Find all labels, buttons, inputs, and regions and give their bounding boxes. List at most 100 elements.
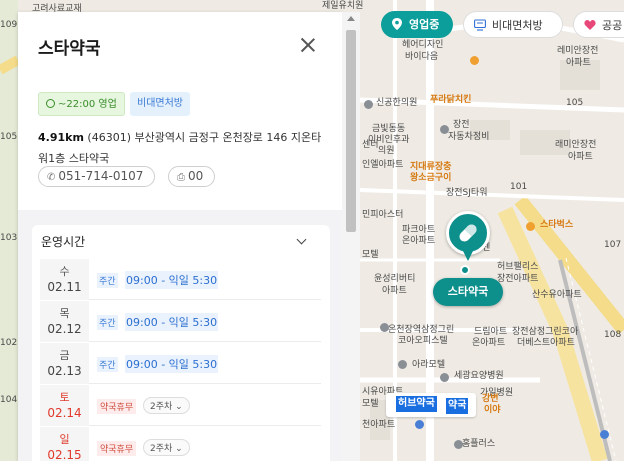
pharmacy-map-marker[interactable] bbox=[446, 211, 490, 271]
postcode: (46301) bbox=[87, 131, 131, 144]
map-label: 홈플러스 bbox=[462, 439, 496, 449]
map-label: 의원 bbox=[378, 146, 395, 156]
date: 02.14 bbox=[47, 406, 82, 420]
week-label: 2주차 bbox=[150, 402, 173, 412]
hours-row: 목 02.12 주간 09:00 - 익일 5:30 bbox=[40, 301, 321, 342]
poi-dot bbox=[398, 360, 407, 369]
poi-dot bbox=[526, 222, 535, 231]
date: 02.11 bbox=[47, 280, 82, 294]
public-label: 공공 bbox=[602, 19, 623, 32]
poi-dot bbox=[600, 430, 609, 439]
open-now-label: 영업중 bbox=[409, 18, 440, 31]
map-label: 센터 bbox=[362, 140, 379, 150]
pill-icon bbox=[459, 224, 477, 242]
map-label: 산수유아파트 bbox=[532, 290, 582, 300]
hours-card: 운영시간 수 02.11 주간 09:00 - 익일 5:30 목 02.12 주간… bbox=[32, 225, 330, 461]
date: 02.12 bbox=[47, 322, 82, 336]
poi-dot bbox=[470, 56, 479, 65]
fax-button[interactable]: ⎙ 00 bbox=[168, 166, 215, 187]
panel-scrollbar[interactable] bbox=[342, 12, 360, 461]
hours-badge-label: ~22:00 영업 bbox=[58, 99, 117, 110]
map-label: 장전삼정그린코아 bbox=[512, 327, 579, 337]
map-label: 107 bbox=[604, 240, 622, 250]
public-filter-chip[interactable]: 공공 bbox=[573, 11, 624, 38]
poi-dot bbox=[440, 373, 449, 382]
closed-badge: 약국휴무 bbox=[97, 441, 137, 456]
map-label: 아라모텔 bbox=[412, 360, 446, 370]
map-label: 더베스트아파트 bbox=[517, 338, 575, 348]
map-label: 109 bbox=[0, 20, 18, 30]
map-label: 아파트 bbox=[568, 152, 593, 162]
close-icon[interactable] bbox=[299, 36, 317, 54]
map-label: 102 bbox=[0, 338, 18, 348]
map-label: 헤어디자인 bbox=[402, 40, 444, 50]
week-dropdown[interactable]: 2주차 ⌄ bbox=[143, 439, 190, 456]
telemedicine-badge: 비대면처방 bbox=[130, 92, 190, 116]
phone-button[interactable]: ✆ 051-714-0107 bbox=[38, 166, 155, 187]
telemedicine-label: 비대면처방 bbox=[492, 19, 543, 32]
highlight-text: 허브약국 bbox=[396, 396, 437, 412]
map-label: 강변 bbox=[482, 394, 499, 404]
date: 02.15 bbox=[47, 448, 82, 461]
map-label: 온아파트 bbox=[472, 338, 506, 348]
map-label: 장전아파트 bbox=[497, 274, 539, 284]
map-label: 모텔 bbox=[362, 399, 379, 409]
map-label: 인엘아파트 bbox=[362, 160, 404, 170]
hours-day-cell: 일 02.15 bbox=[40, 427, 89, 461]
distance: 4.91km bbox=[38, 131, 84, 144]
pharmacy-detail-panel: 스타약국 ~22:00 영업 비대면처방 4.91km (46301) 부산광역… bbox=[18, 12, 342, 461]
map-label: 아파트 bbox=[382, 286, 407, 296]
weekday: 금 bbox=[59, 349, 70, 362]
poi-dot bbox=[454, 440, 463, 449]
clock-icon bbox=[46, 99, 55, 108]
chevron-down-icon[interactable] bbox=[296, 234, 307, 245]
poi-dot bbox=[415, 420, 424, 429]
nearby-pharmacy-label[interactable]: 허브약국 약국 bbox=[386, 393, 476, 417]
map-label: 104 bbox=[0, 395, 18, 405]
poi-dot bbox=[380, 323, 389, 332]
fax-number: 00 bbox=[188, 169, 204, 183]
location-pin-icon bbox=[392, 18, 402, 30]
pharmacy-name: 스타약국 bbox=[38, 39, 101, 59]
map-label: 온천장역삼정그린 bbox=[388, 325, 455, 335]
map-label: 파크아트 bbox=[402, 225, 436, 235]
map-label: 바이다음 bbox=[405, 52, 439, 62]
map-label: 신공한의원 bbox=[376, 98, 418, 108]
hours-day-cell: 금 02.13 bbox=[40, 343, 89, 384]
map-label: 세광요양병원 bbox=[454, 371, 504, 381]
hours-badge: ~22:00 영업 bbox=[38, 92, 125, 116]
weekday: 목 bbox=[59, 307, 70, 320]
open-now-filter-chip[interactable]: 영업중 bbox=[381, 11, 453, 38]
map-label: 윤성리버티 bbox=[374, 274, 416, 284]
map-label: 이야 bbox=[484, 405, 501, 415]
map-label: 장전SJ타워 bbox=[446, 188, 488, 198]
map-label: 105 bbox=[566, 98, 584, 108]
map-label: 민피아스터 bbox=[362, 210, 404, 220]
marker-position-dot bbox=[460, 265, 470, 275]
week-dropdown[interactable]: 2주차 ⌄ bbox=[143, 397, 190, 414]
map-label: 허브팰리스 bbox=[497, 262, 539, 272]
scroll-up-arrow[interactable] bbox=[347, 16, 355, 21]
weekday: 수 bbox=[59, 265, 70, 278]
map-label: 온아파트 bbox=[402, 236, 436, 246]
hours-row: 금 02.13 주간 09:00 - 익일 5:30 bbox=[40, 343, 321, 384]
map-label: 아파트 bbox=[566, 58, 591, 68]
map-label: 푸라닭치킨 bbox=[430, 95, 472, 105]
poi-dot bbox=[364, 100, 373, 109]
marker-label[interactable]: 스타약국 bbox=[433, 278, 503, 306]
map-label: 천아파트 bbox=[362, 420, 396, 430]
map-label: 장전 bbox=[453, 120, 470, 130]
map-label: 스타벅스 bbox=[540, 220, 574, 230]
heart-icon bbox=[584, 20, 596, 30]
map-label: 드림아트 bbox=[474, 327, 508, 337]
map-label: 105 bbox=[0, 132, 18, 142]
telemedicine-filter-chip[interactable]: 비대면처방 bbox=[463, 11, 563, 38]
phone-icon: ✆ bbox=[47, 172, 56, 183]
marker-tip bbox=[462, 249, 474, 261]
scrollbar-thumb[interactable] bbox=[346, 30, 356, 232]
map-label: 코아오피스텔 bbox=[398, 336, 448, 346]
hours-time: 09:00 - 익일 5:30 bbox=[125, 313, 219, 331]
poi-dot bbox=[440, 125, 449, 134]
weekday: 일 bbox=[59, 433, 70, 446]
hours-time: 09:00 - 익일 5:30 bbox=[125, 355, 219, 373]
